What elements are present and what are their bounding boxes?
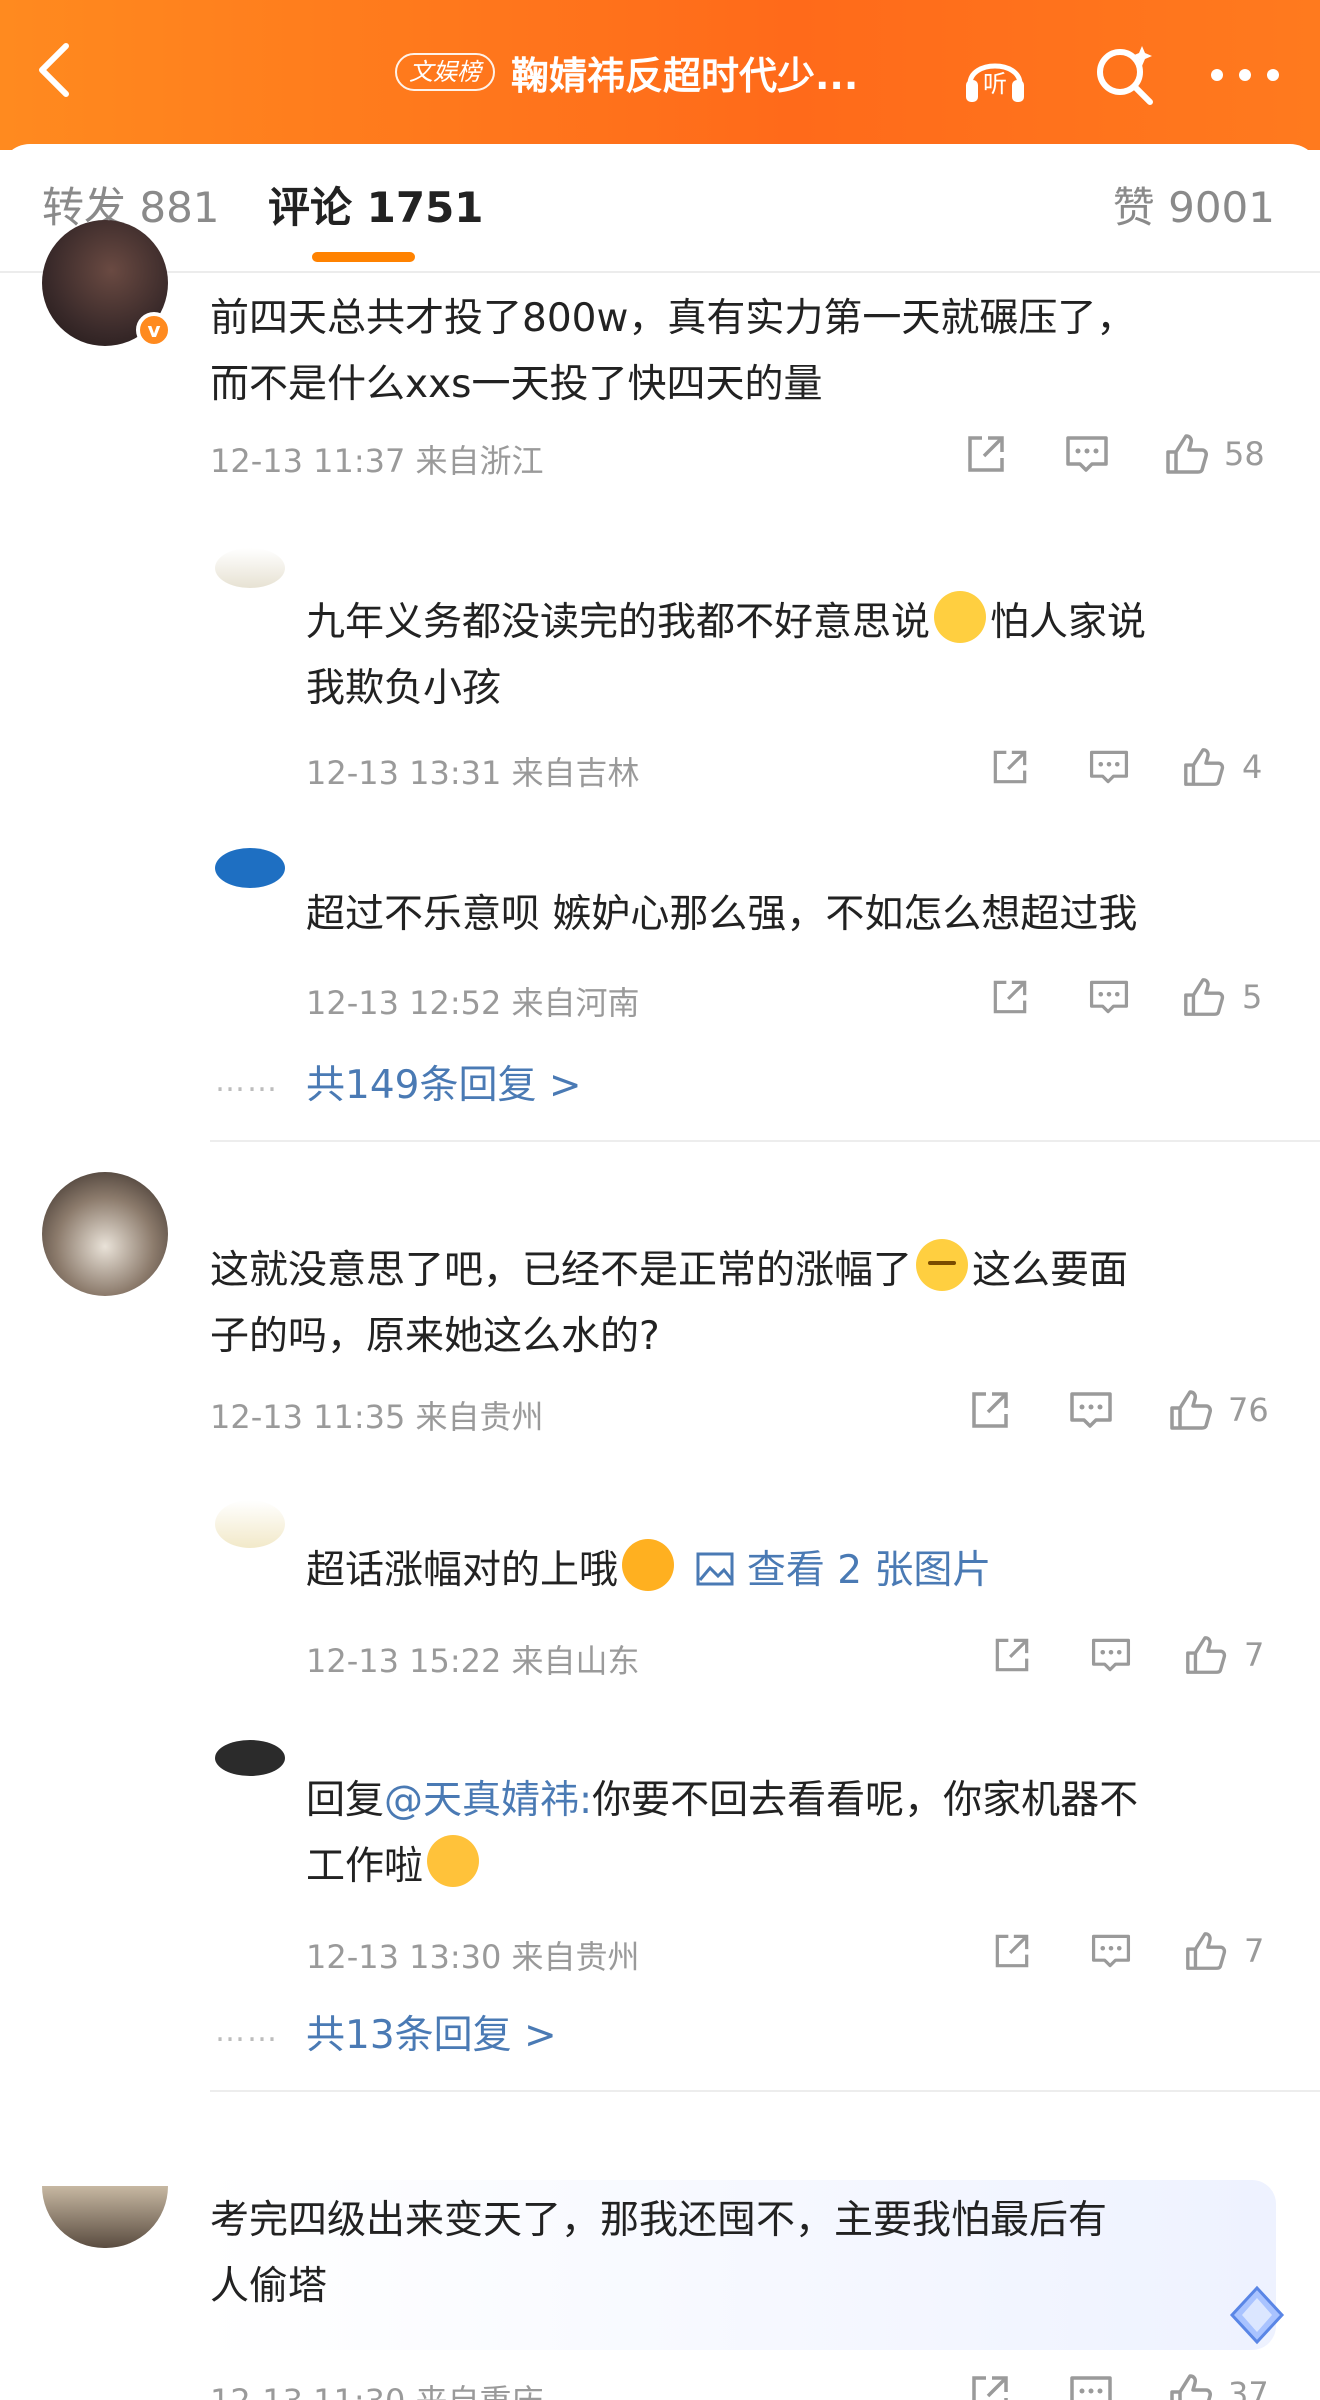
reply-text: 超过不乐意呗 嫉妒心那么强，不如怎么想超过我 <box>306 892 1138 937</box>
comment-divider <box>210 2090 1320 2092</box>
thumbs-up-icon <box>1184 978 1225 1016</box>
like-button[interactable]: 7 <box>1182 1632 1264 1678</box>
like-count: 5 <box>1242 978 1263 1016</box>
avatar[interactable] <box>215 1500 285 1548</box>
comment-actions: 76 <box>966 1386 1269 1434</box>
like-count: 37 <box>1228 2375 1269 2400</box>
crying-emoji-icon <box>427 1835 480 1887</box>
hug-emoji-icon <box>622 1539 675 1591</box>
hand-over-mouth-emoji-icon <box>916 1239 969 1291</box>
reply-actions: 7 <box>990 1928 1264 1974</box>
reply-text: 超话涨幅对的上哦 查看 2 张图片 <box>306 1538 991 1604</box>
thumbs-up-icon <box>1166 434 1208 474</box>
thumbs-up-icon <box>1186 1636 1227 1674</box>
topic-title-group[interactable]: 文娱榜 鞠婧祎反超时代少... <box>395 52 858 98</box>
avatar[interactable] <box>215 548 285 588</box>
reply-meta: 12-13 15:22 来自山东 <box>306 1642 640 1680</box>
image-icon <box>696 1552 734 1586</box>
comment-actions: 58 <box>962 430 1265 478</box>
like-button[interactable]: 76 <box>1166 1386 1269 1434</box>
avatar[interactable] <box>42 2186 168 2248</box>
reply-meta: 12-13 12:52 来自河南 <box>306 984 640 1022</box>
reply-icon[interactable] <box>1088 1633 1134 1677</box>
thumbs-up-icon <box>1170 2374 1212 2400</box>
reply-actions: 5 <box>988 974 1262 1020</box>
share-icon[interactable] <box>988 975 1032 1019</box>
thumbs-up-icon <box>1184 748 1225 786</box>
avatar[interactable] <box>42 1172 168 1296</box>
back-arrow-icon[interactable] <box>30 40 80 100</box>
avatar[interactable] <box>215 1740 285 1776</box>
comment-meta: 12-13 11:37 来自浙江 <box>210 442 544 480</box>
more-options-icon[interactable] <box>1205 40 1279 110</box>
reply-icon[interactable] <box>1066 1386 1116 1434</box>
view-more-replies-link[interactable]: 共149条回复 > <box>306 1054 582 1110</box>
like-count: 7 <box>1244 1932 1265 1970</box>
active-tab-indicator <box>312 252 415 262</box>
view-more-replies-link[interactable]: 共13条回复 > <box>306 2004 557 2060</box>
comment-meta: 12-13 11:35 来自贵州 <box>210 1398 544 1436</box>
pleading-emoji-icon <box>934 591 987 643</box>
thumbs-up-icon <box>1186 1932 1227 1970</box>
verified-badge-icon: v <box>136 312 172 348</box>
thumbs-up-icon <box>1170 1390 1212 1430</box>
comment-text-line: 考完四级出来变天了，那我还囤不，主要我怕最后有 <box>210 2198 1108 2243</box>
reply-icon[interactable] <box>1086 745 1132 789</box>
reply-actions: 4 <box>988 744 1262 790</box>
comment-text-line: 而不是什么xxs一天投了快四天的量 <box>210 362 823 407</box>
comment-text-line: 前四天总共才投了800w，真有实力第一天就碾压了， <box>210 296 1136 341</box>
share-icon[interactable] <box>966 1386 1014 1434</box>
search-icon[interactable] <box>1090 40 1160 110</box>
comment-text: 这就没意思了吧，已经不是正常的涨幅了 这么要面 子的吗，原来她这么水的? <box>210 1238 1128 1370</box>
mention-link[interactable]: @天真婧祎: <box>384 1778 592 1823</box>
like-button[interactable]: 4 <box>1180 744 1262 790</box>
reply-text: 九年义务都没读完的我都不好意思说 怕人家说 我欺负小孩 <box>306 590 1146 722</box>
reply-icon[interactable] <box>1088 1929 1134 1973</box>
comment-text-line: 人偷塔 <box>210 2264 328 2309</box>
view-images-link[interactable]: 查看 2 张图片 <box>690 1548 991 1593</box>
reply-icon[interactable] <box>1062 430 1112 478</box>
comment-divider <box>210 1140 1320 1142</box>
share-icon[interactable] <box>966 2370 1014 2400</box>
reply-meta: 12-13 13:30 来自贵州 <box>306 1938 640 1976</box>
tab-comment[interactable]: 评论 1751 <box>268 174 484 235</box>
like-count: 76 <box>1228 1391 1269 1429</box>
dots-separator: …… <box>215 1064 279 1099</box>
share-icon[interactable] <box>962 430 1010 478</box>
reply-icon[interactable] <box>1066 2370 1116 2400</box>
comment-actions: 37 <box>966 2370 1269 2400</box>
entertainment-rank-tag: 文娱榜 <box>395 53 495 91</box>
like-button[interactable]: 37 <box>1166 2370 1269 2400</box>
dots-separator: …… <box>215 2014 279 2049</box>
top-bar: 文娱榜 鞠婧祎反超时代少... 听 <box>0 0 1320 150</box>
avatar[interactable] <box>215 848 285 888</box>
reply-text: 回复@天真婧祎:你要不回去看看呢，你家机器不 工作啦 <box>306 1778 1139 1889</box>
like-count: 7 <box>1244 1636 1265 1674</box>
like-button[interactable]: 7 <box>1182 1928 1264 1974</box>
listen-label: 听 <box>983 70 1007 98</box>
share-icon[interactable] <box>988 745 1032 789</box>
tab-like[interactable]: 赞 9001 <box>1113 174 1275 235</box>
sparkle-diamond-icon[interactable] <box>1222 2280 1292 2350</box>
reply-meta: 12-13 13:31 来自吉林 <box>306 754 640 792</box>
like-button[interactable]: 5 <box>1180 974 1262 1020</box>
comment-text: 考完四级出来变天了，那我还囤不，主要我怕最后有 人偷塔 <box>210 2188 1107 2320</box>
like-count: 4 <box>1242 748 1263 786</box>
comment-text: 前四天总共才投了800w，真有实力第一天就碾压了， 而不是什么xxs一天投了快四… <box>210 286 1135 418</box>
share-icon[interactable] <box>990 1633 1034 1677</box>
comment-meta: 12-13 11:30 来自重庆 <box>210 2376 544 2400</box>
topic-title: 鞠婧祎反超时代少... <box>511 53 859 98</box>
comment-tabs: 转发 881 评论 1751 赞 9001 <box>0 144 1320 269</box>
like-count: 58 <box>1224 435 1265 473</box>
like-button[interactable]: 58 <box>1162 430 1265 478</box>
share-icon[interactable] <box>990 1929 1034 1973</box>
reply-actions: 7 <box>990 1632 1264 1678</box>
tabs-divider <box>0 271 1320 273</box>
reply-icon[interactable] <box>1086 975 1132 1019</box>
listen-button[interactable]: 听 <box>960 40 1030 110</box>
